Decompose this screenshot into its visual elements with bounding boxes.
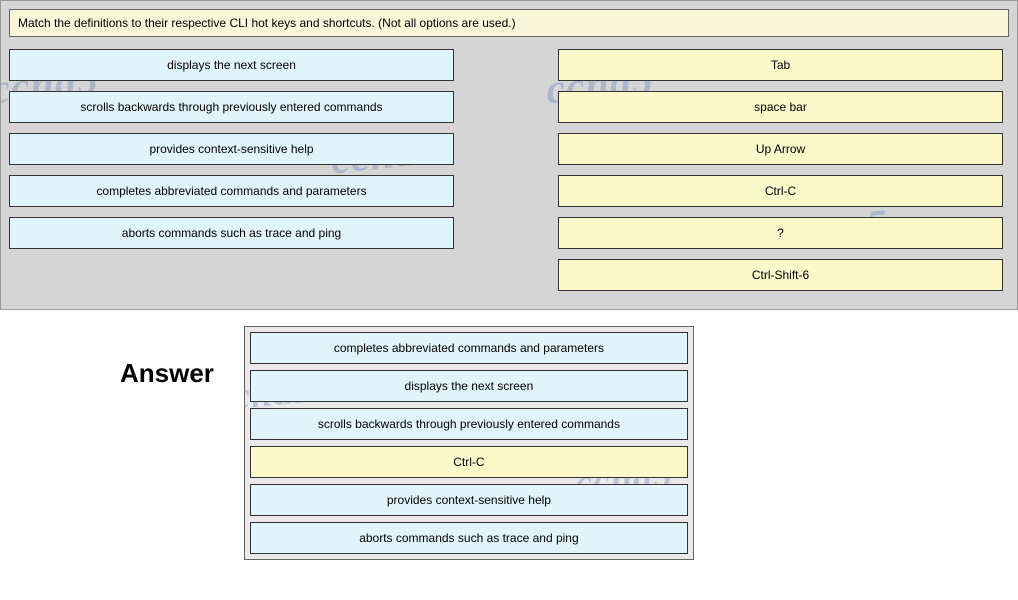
answer-section: Answer ccna5 ccna5 completes abbreviated… [0,326,1018,560]
definition-item[interactable]: completes abbreviated commands and param… [9,175,454,207]
answer-item[interactable]: completes abbreviated commands and param… [250,332,688,364]
answer-item[interactable]: aborts commands such as trace and ping [250,522,688,554]
hotkey-item[interactable]: Ctrl-Shift-6 [558,259,1003,291]
columns-wrap: displays the next screen scrolls backwar… [9,49,1009,301]
hotkey-item[interactable]: ? [558,217,1003,249]
question-text: Match the definitions to their respectiv… [9,9,1009,37]
definition-item[interactable]: aborts commands such as trace and ping [9,217,454,249]
definitions-column: displays the next screen scrolls backwar… [9,49,454,301]
hotkey-item[interactable]: space bar [558,91,1003,123]
definition-item[interactable]: scrolls backwards through previously ent… [9,91,454,123]
hotkey-item[interactable]: Up Arrow [558,133,1003,165]
answer-item[interactable]: Ctrl-C [250,446,688,478]
hotkey-item[interactable]: Tab [558,49,1003,81]
answer-item[interactable]: displays the next screen [250,370,688,402]
definition-item[interactable]: displays the next screen [9,49,454,81]
answer-item[interactable]: provides context-sensitive help [250,484,688,516]
hotkeys-column: Tab space bar Up Arrow Ctrl-C ? Ctrl-Shi… [558,49,1003,301]
definition-item[interactable]: provides context-sensitive help [9,133,454,165]
answer-heading: Answer [120,358,214,389]
hotkey-item[interactable]: Ctrl-C [558,175,1003,207]
question-panel: ccna5 ccna5 ccna5 ccna5 Match the defini… [0,0,1018,310]
answer-column: ccna5 ccna5 completes abbreviated comman… [244,326,694,560]
answer-item[interactable]: scrolls backwards through previously ent… [250,408,688,440]
